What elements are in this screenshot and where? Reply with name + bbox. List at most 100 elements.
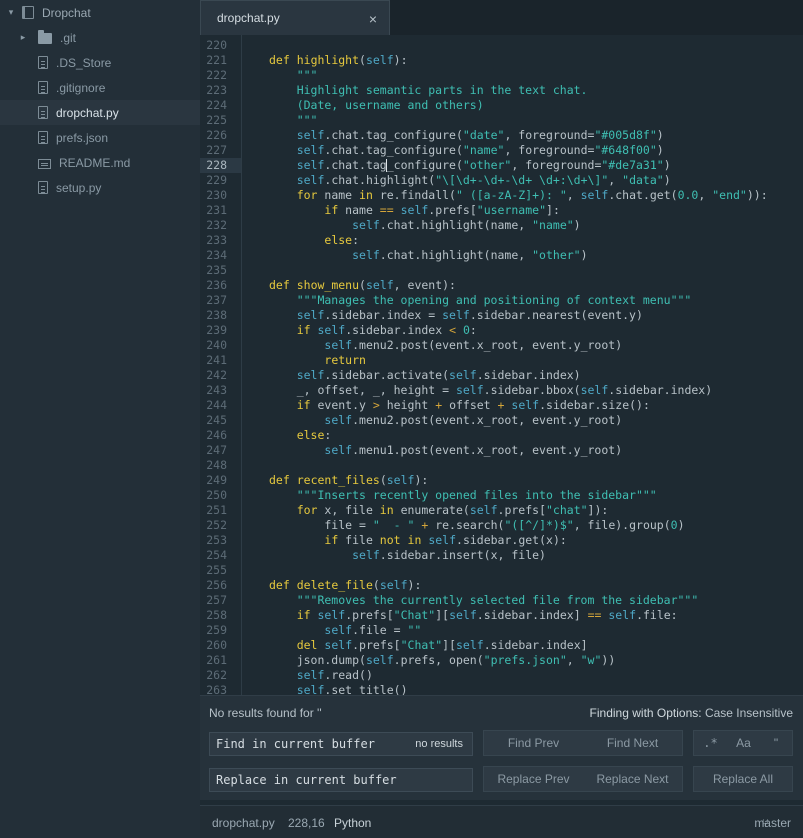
find-result-message: No results found for '' bbox=[209, 706, 322, 720]
status-cursor-position[interactable]: 228,16 bbox=[288, 816, 325, 830]
line-number: 256 bbox=[206, 578, 227, 592]
text-cursor bbox=[385, 159, 387, 172]
file-icon bbox=[38, 81, 48, 94]
line-number: 232 bbox=[206, 218, 227, 232]
code-line: """Manages the opening and positioning o… bbox=[269, 293, 692, 307]
status-git-branch[interactable]: master bbox=[754, 816, 791, 830]
replace-next-button[interactable]: Replace Next bbox=[583, 767, 682, 791]
find-result-count: no results bbox=[415, 738, 463, 750]
line-number: 245 bbox=[206, 413, 227, 427]
line-number: 248 bbox=[206, 458, 227, 472]
status-grammar[interactable]: Python bbox=[334, 816, 371, 830]
close-icon[interactable]: × bbox=[369, 11, 377, 27]
line-number: 228 bbox=[200, 158, 241, 173]
code-line: self.sidebar.activate(self.sidebar.index… bbox=[296, 368, 581, 382]
find-next-button[interactable]: Find Next bbox=[583, 731, 682, 755]
tree-item-dropchat-py[interactable]: dropchat.py bbox=[0, 100, 200, 125]
code-line: self.chat.highlight(name, "other") bbox=[352, 248, 588, 262]
line-number: 263 bbox=[206, 683, 227, 695]
line-number: 241 bbox=[206, 353, 227, 367]
tree-item-gitignore[interactable]: .gitignore bbox=[0, 75, 200, 100]
line-number: 255 bbox=[206, 563, 227, 577]
tree-item-ds-store[interactable]: .DS_Store bbox=[0, 50, 200, 75]
code-line: return bbox=[324, 353, 366, 367]
line-number: 251 bbox=[206, 503, 227, 517]
file-icon bbox=[38, 106, 48, 119]
code-line: (Date, username and others) bbox=[269, 98, 484, 112]
chevron-right-icon[interactable]: ▸ bbox=[18, 32, 28, 43]
line-number: 247 bbox=[206, 443, 227, 457]
find-prev-button[interactable]: Find Prev bbox=[484, 731, 583, 755]
code-line: """Inserts recently opened files into th… bbox=[269, 488, 657, 502]
code-line: if self.sidebar.index < 0: bbox=[296, 323, 477, 337]
find-input-placeholder: Find in current buffer bbox=[216, 737, 375, 751]
replace-all-button[interactable]: Replace All bbox=[693, 766, 793, 792]
code-line: _, offset, _, height = self.sidebar.bbox… bbox=[269, 383, 713, 397]
code-line: self.chat.tag_configure("date", foregrou… bbox=[296, 128, 664, 142]
line-number: 227 bbox=[206, 143, 227, 157]
line-number: 261 bbox=[206, 653, 227, 667]
line-number: 253 bbox=[206, 533, 227, 547]
line-number: 240 bbox=[206, 338, 227, 352]
markdown-file-icon bbox=[38, 158, 51, 169]
tree-item-label: setup.py bbox=[56, 180, 102, 195]
line-number: 254 bbox=[206, 548, 227, 562]
line-number: 258 bbox=[206, 608, 227, 622]
code-line: """ bbox=[269, 68, 318, 82]
code-editor[interactable]: 220 221 222 223 224 225 226 227 228 229 230 231 232 2… bbox=[200, 35, 803, 695]
line-number: 244 bbox=[206, 398, 227, 412]
line-number: 229 bbox=[206, 173, 227, 187]
tree-item-prefs-json[interactable]: prefs.json bbox=[0, 125, 200, 150]
regex-toggle-button[interactable]: .* bbox=[694, 731, 727, 755]
tree-item-label: .git bbox=[60, 30, 77, 45]
code-line: def recent_files(self): bbox=[269, 473, 429, 487]
tree-item-setup-py[interactable]: setup.py bbox=[0, 175, 200, 200]
replace-input[interactable]: Replace in current buffer bbox=[209, 768, 473, 792]
line-number: 236 bbox=[206, 278, 227, 292]
find-input[interactable]: Find in current buffer no results bbox=[209, 732, 473, 756]
code-line: self.set_title() bbox=[296, 683, 408, 695]
code-line: else: bbox=[324, 233, 360, 247]
code-line: if name == self.prefs["username"]: bbox=[324, 203, 560, 217]
tab-bar: dropchat.py × bbox=[200, 0, 803, 35]
tree-item-label: prefs.json bbox=[56, 130, 109, 145]
line-number: 226 bbox=[206, 128, 227, 142]
tree-item-label: .gitignore bbox=[56, 80, 106, 95]
line-number-gutter: 220 221 222 223 224 225 226 227 228 229 230 231 232 2… bbox=[200, 35, 242, 695]
code-line: def delete_file(self): bbox=[269, 578, 422, 592]
line-number: 221 bbox=[206, 53, 227, 67]
tab-label: dropchat.py bbox=[217, 11, 280, 25]
line-number: 234 bbox=[206, 248, 227, 262]
code-line: else: bbox=[296, 428, 332, 442]
line-number: 230 bbox=[206, 188, 227, 202]
replace-input-placeholder: Replace in current buffer bbox=[216, 773, 397, 787]
tab-dropchat-py[interactable]: dropchat.py × bbox=[200, 0, 390, 35]
find-and-replace-panel: No results found for '' Finding with Opt… bbox=[200, 695, 803, 800]
case-sensitive-toggle-button[interactable]: Aa bbox=[727, 731, 760, 755]
tree-item-git[interactable]: ▸ .git bbox=[0, 25, 200, 50]
tree-item-label: .DS_Store bbox=[56, 55, 112, 70]
tree-item-readme-md[interactable]: README.md bbox=[0, 150, 200, 175]
line-number: 249 bbox=[206, 473, 227, 487]
line-number: 242 bbox=[206, 368, 227, 382]
tree-root-dropchat[interactable]: ▾ Dropchat bbox=[0, 0, 200, 25]
code-line: for name in re.findall(" ([a-zA-Z]+): ",… bbox=[296, 188, 768, 202]
replace-prev-button[interactable]: Replace Prev bbox=[484, 767, 583, 791]
folder-icon bbox=[38, 30, 52, 44]
file-icon bbox=[38, 131, 48, 144]
line-number: 257 bbox=[206, 593, 227, 607]
line-number: 224 bbox=[206, 98, 227, 112]
line-number: 259 bbox=[206, 623, 227, 637]
line-number: 235 bbox=[206, 263, 227, 277]
whole-word-toggle-button[interactable]: " bbox=[760, 731, 792, 755]
code-line: def show_menu(self, event): bbox=[269, 278, 456, 292]
code-line: if file not in self.sidebar.get(x): bbox=[324, 533, 567, 547]
find-options-value: Case Insensitive bbox=[704, 706, 793, 720]
chevron-down-icon[interactable]: ▾ bbox=[6, 7, 16, 18]
status-file-name[interactable]: dropchat.py bbox=[212, 816, 275, 830]
line-number: 250 bbox=[206, 488, 227, 502]
status-bar: dropchat.py 228,16 Python ⑂ master bbox=[200, 805, 803, 838]
line-number: 225 bbox=[206, 113, 227, 127]
line-number: 243 bbox=[206, 383, 227, 397]
line-number: 252 bbox=[206, 518, 227, 532]
